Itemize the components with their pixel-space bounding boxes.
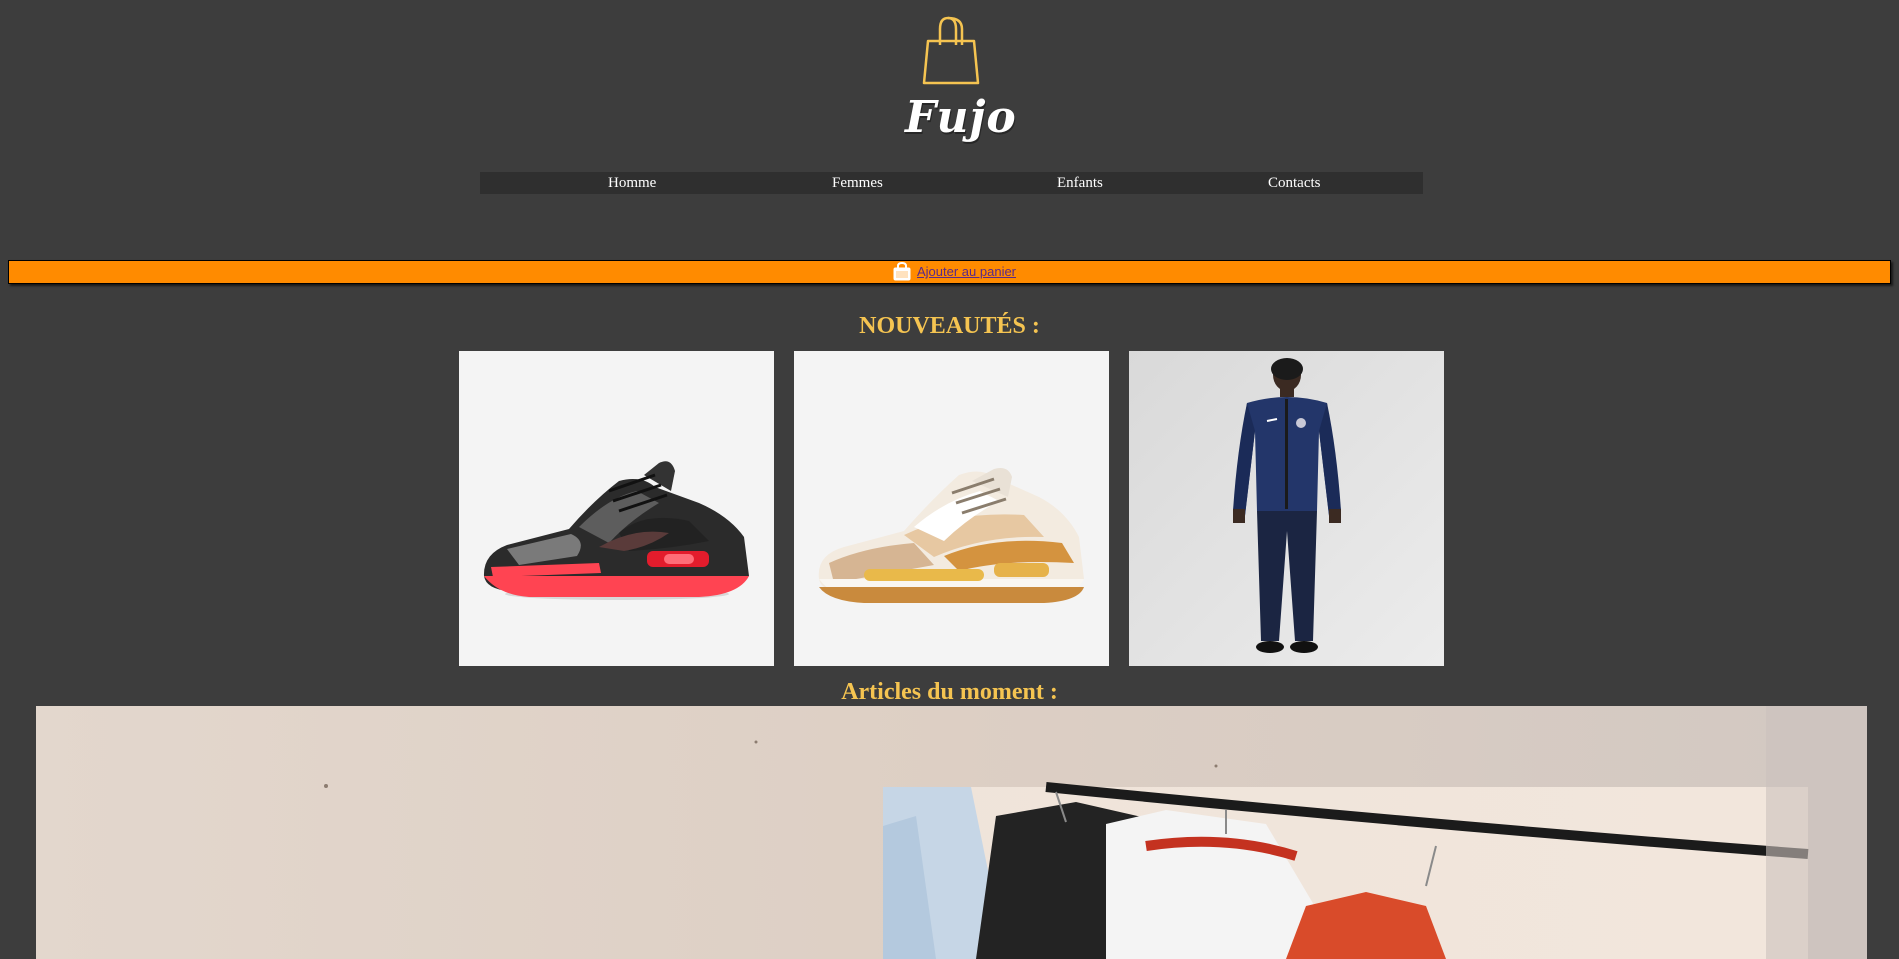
product-image-tracksuit[interactable] — [1129, 351, 1444, 666]
sneaker-black-red-image — [483, 461, 749, 600]
new-arrivals-title: NOUVEAUTÉS : — [859, 313, 1040, 339]
nav-item-enfants[interactable]: Enfants — [1057, 172, 1103, 194]
nav-item-homme[interactable]: Homme — [608, 172, 656, 194]
add-to-cart-link[interactable]: Ajouter au panier — [917, 264, 1016, 279]
shopping-bag-icon — [922, 16, 980, 85]
featured-banner-image[interactable] — [36, 706, 1867, 959]
product-image-sneaker-beige[interactable] — [794, 351, 1109, 666]
main-nav: Homme Femmes Enfants Contacts — [480, 172, 1423, 194]
add-to-cart[interactable]: Ajouter au panier — [893, 262, 1016, 282]
cart-bar: Ajouter au panier — [8, 260, 1891, 284]
brand-logo[interactable]: Fujo — [905, 15, 1017, 145]
brand-name: Fujo — [905, 92, 1017, 143]
page: Fujo Homme Femmes Enfants Contacts Ajout… — [0, 0, 1899, 959]
jerseys-banner-image — [36, 706, 1867, 959]
sneaker-beige-image — [818, 468, 1084, 603]
nav-item-femmes[interactable]: Femmes — [832, 172, 883, 194]
product-image-sneaker-black-red[interactable] — [459, 351, 774, 666]
nav-item-contacts[interactable]: Contacts — [1268, 172, 1321, 194]
shopping-bag-icon — [893, 262, 911, 281]
featured-title: Articles du moment : — [841, 679, 1058, 705]
tracksuit-image — [1129, 351, 1444, 666]
